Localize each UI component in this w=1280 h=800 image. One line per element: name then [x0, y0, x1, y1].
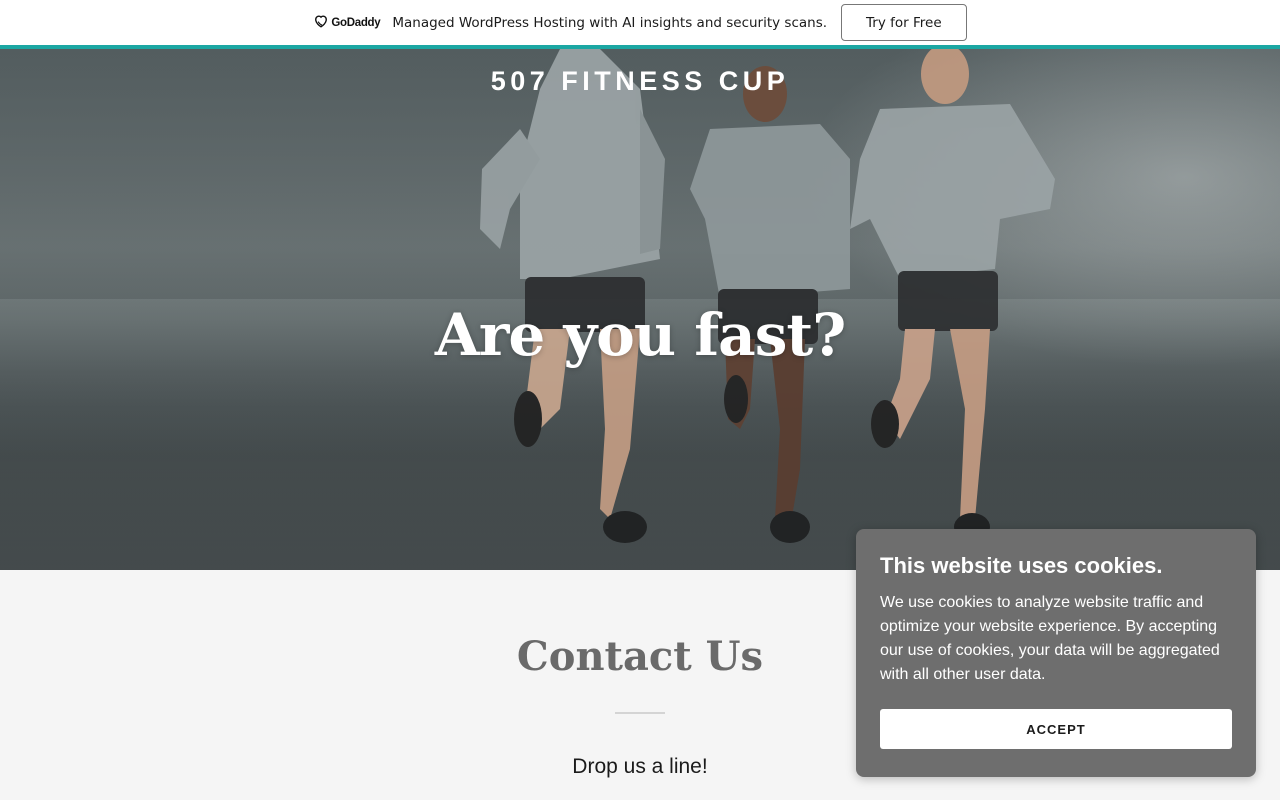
- site-title[interactable]: 507 FITNESS CUP: [0, 66, 1280, 97]
- cookie-dialog-title: This website uses cookies.: [880, 553, 1163, 578]
- godaddy-logo[interactable]: GoDaddy: [313, 15, 381, 31]
- runner-right: [850, 49, 1055, 541]
- hero-heading: Are you fast?: [434, 301, 846, 369]
- hero-section: 507 FITNESS CUP Are you fast?: [0, 49, 1280, 570]
- runner-left: [480, 49, 665, 543]
- godaddy-logo-text: GoDaddy: [331, 16, 381, 29]
- godaddy-logo-icon: [315, 15, 328, 28]
- cookie-dialog-body: We use cookies to analyze website traffi…: [880, 594, 1220, 683]
- promo-message: Managed WordPress Hosting with AI insigh…: [392, 14, 828, 31]
- cookie-dialog: This website uses cookies. We use cookie…: [856, 529, 1256, 777]
- section-divider: [615, 712, 665, 714]
- promo-banner: GoDaddy Managed WordPress Hosting with A…: [0, 0, 1280, 45]
- try-for-free-button[interactable]: Try for Free: [841, 4, 967, 41]
- accept-cookies-button[interactable]: ACCEPT: [880, 709, 1232, 749]
